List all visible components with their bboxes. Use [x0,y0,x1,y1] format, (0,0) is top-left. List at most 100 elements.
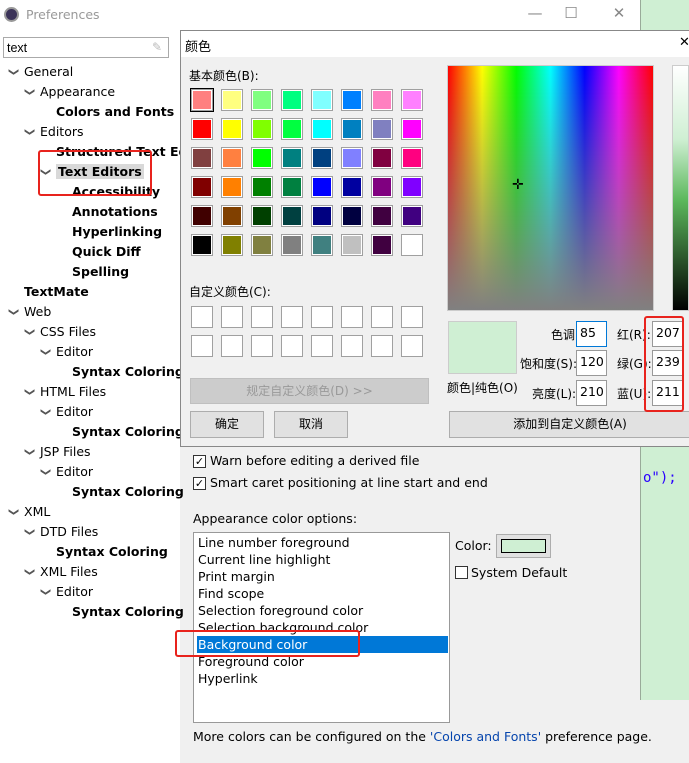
colors-and-fonts-link[interactable]: 'Colors and Fonts' [430,729,541,744]
chevron-down-icon[interactable]: ❯ [19,568,39,576]
basic-color-swatch[interactable] [311,118,333,140]
tree-item[interactable]: ❯ Editor [40,342,93,362]
chevron-down-icon[interactable]: ❯ [19,528,39,536]
basic-color-swatch[interactable] [371,118,393,140]
chevron-down-icon[interactable]: ❯ [35,588,55,596]
basic-color-swatch[interactable] [371,176,393,198]
tree-item[interactable]: ❯ XML [8,502,50,522]
custom-color-swatch[interactable] [221,335,243,357]
tree-item[interactable]: ❯ HTML Files [24,382,106,402]
tree-item[interactable]: ❯ CSS Files [24,322,96,342]
chevron-down-icon[interactable]: ❯ [3,508,23,516]
tree-item[interactable]: ❯ General [8,62,73,82]
tree-item[interactable]: Annotations [72,202,158,222]
tree-item[interactable]: ❯ Editor [40,582,93,602]
basic-color-swatch[interactable] [341,118,363,140]
color-picker-button[interactable] [496,534,551,558]
tree-item[interactable]: ❯ JSP Files [24,442,90,462]
appearance-option-item[interactable]: Print margin [197,568,448,585]
basic-color-swatch[interactable] [191,147,213,169]
smart-caret-checkbox[interactable]: ✓ [193,477,206,490]
basic-color-swatch[interactable] [221,205,243,227]
custom-color-swatch[interactable] [371,335,393,357]
tree-item[interactable]: Spelling [72,262,129,282]
chevron-down-icon[interactable]: ❯ [3,68,23,76]
basic-color-swatch[interactable] [281,118,303,140]
basic-color-swatch[interactable] [281,147,303,169]
tree-item[interactable]: ❯ Editors [24,122,83,142]
tree-item[interactable]: ❯ XML Files [24,562,98,582]
appearance-option-item[interactable]: Find scope [197,585,448,602]
basic-color-swatch[interactable] [191,234,213,256]
basic-color-swatch[interactable] [371,89,393,111]
tree-item[interactable]: Syntax Coloring [72,482,184,502]
tree-item[interactable]: ❯ Editor [40,462,93,482]
hue-saturation-spectrum[interactable]: ✛ [447,65,654,311]
chevron-down-icon[interactable]: ❯ [35,348,55,356]
minimize-button[interactable]: — [520,4,550,26]
chevron-down-icon[interactable]: ❯ [19,448,39,456]
basic-color-swatch[interactable] [221,89,243,111]
basic-color-swatch[interactable] [191,176,213,198]
basic-color-swatch[interactable] [311,205,333,227]
basic-color-swatch[interactable] [221,118,243,140]
tree-item[interactable]: ❯ Web [8,302,51,322]
basic-color-swatch[interactable] [341,176,363,198]
basic-color-swatch[interactable] [311,234,333,256]
custom-color-swatch[interactable] [311,335,333,357]
tree-item[interactable]: Syntax Coloring [56,542,168,562]
basic-color-swatch[interactable] [190,88,214,112]
tree-item[interactable]: ❯ Editor [40,402,93,422]
luminance-input[interactable]: 210 [576,380,607,406]
clear-filter-icon[interactable]: ✎ [152,40,162,54]
basic-color-swatch[interactable] [371,234,393,256]
chevron-down-icon[interactable]: ❯ [19,88,39,96]
custom-color-swatch[interactable] [311,306,333,328]
custom-color-swatch[interactable] [251,335,273,357]
basic-color-swatch[interactable] [221,176,243,198]
basic-color-swatch[interactable] [341,205,363,227]
basic-color-swatch[interactable] [371,205,393,227]
tree-item[interactable]: Hyperlinking [72,222,162,242]
close-button[interactable]: ✕ [604,4,634,26]
luminance-slider[interactable] [672,65,689,311]
maximize-button[interactable]: ☐ [556,4,586,26]
filter-input[interactable] [3,37,169,58]
saturation-input[interactable]: 120 [576,350,607,376]
custom-color-swatch[interactable] [221,306,243,328]
system-default-checkbox[interactable] [455,566,468,579]
custom-color-swatch[interactable] [401,335,423,357]
basic-color-swatch[interactable] [401,234,423,256]
tree-item[interactable]: Syntax Coloring [72,602,184,622]
basic-color-swatch[interactable] [401,176,423,198]
basic-color-swatch[interactable] [221,234,243,256]
custom-color-swatch[interactable] [281,335,303,357]
appearance-option-item[interactable]: Current line highlight [197,551,448,568]
basic-color-swatch[interactable] [251,205,273,227]
add-to-custom-colors-button[interactable]: 添加到自定义颜色(A) [449,411,689,438]
define-custom-colors-button[interactable]: 规定自定义颜色(D) >> [190,378,429,404]
basic-color-swatch[interactable] [281,89,303,111]
custom-color-swatch[interactable] [191,306,213,328]
tree-item[interactable]: Syntax Coloring [72,422,184,442]
basic-color-swatch[interactable] [251,89,273,111]
chevron-down-icon[interactable]: ❯ [19,128,39,136]
basic-color-swatch[interactable] [251,118,273,140]
basic-color-swatch[interactable] [221,147,243,169]
tree-item[interactable]: ❯ DTD Files [24,522,98,542]
basic-color-swatch[interactable] [401,118,423,140]
basic-color-swatch[interactable] [191,118,213,140]
hue-input[interactable]: 85 [576,321,607,347]
custom-color-swatch[interactable] [251,306,273,328]
tree-item[interactable]: Quick Diff [72,242,141,262]
basic-color-swatch[interactable] [281,234,303,256]
basic-color-swatch[interactable] [281,205,303,227]
basic-color-swatch[interactable] [311,176,333,198]
basic-color-swatch[interactable] [251,147,273,169]
dialog-close-button[interactable]: ✕ [679,35,689,50]
tree-item[interactable]: Syntax Coloring [72,362,184,382]
tree-item[interactable]: TextMate [24,282,89,302]
warn-derived-checkbox[interactable]: ✓ [193,455,206,468]
basic-color-swatch[interactable] [341,89,363,111]
custom-color-swatch[interactable] [371,306,393,328]
